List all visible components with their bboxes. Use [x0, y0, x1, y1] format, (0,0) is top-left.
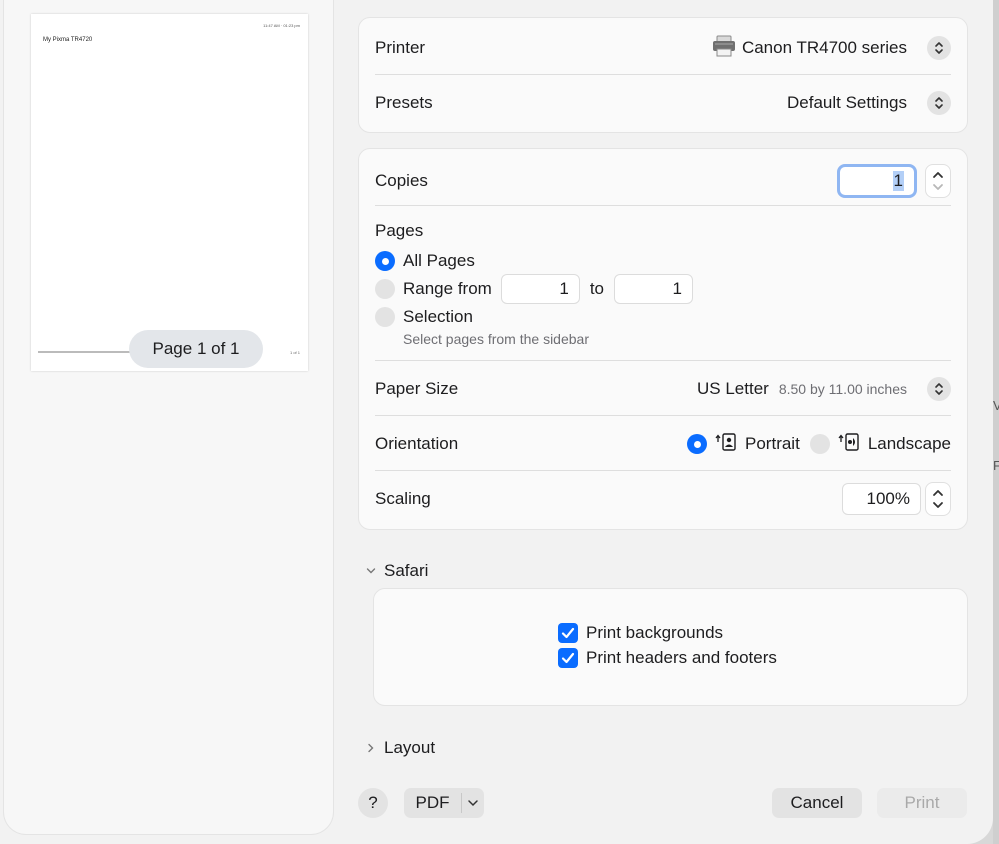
layout-section-toggle[interactable]: Layout: [366, 737, 435, 759]
orientation-portrait-option[interactable]: Portrait: [687, 432, 800, 456]
pdf-label: PDF: [415, 793, 450, 812]
radio-range[interactable]: [375, 279, 395, 299]
divider: [375, 360, 951, 361]
print-options-card: Copies 1 Pages All Pages Range from 1 to…: [358, 148, 968, 530]
orientation-row: Orientation Portrait Landscape: [375, 430, 951, 458]
scaling-label: Scaling: [375, 489, 431, 508]
layout-section-label: Layout: [384, 738, 436, 757]
printer-chevrons-icon[interactable]: [927, 36, 951, 60]
thumbnail-footer-text: 1 of 1: [289, 350, 300, 355]
background-window-edge: V F: [993, 0, 999, 844]
paper-size-value: US Letter: [697, 379, 769, 398]
printer-row: Printer Canon TR4700 series: [375, 34, 951, 62]
radio-selection[interactable]: [375, 307, 395, 327]
background-glyph: F: [993, 458, 999, 473]
cancel-button[interactable]: Cancel: [772, 788, 862, 818]
radio-portrait[interactable]: [687, 434, 708, 454]
stepper-arrows-icon: [933, 172, 943, 190]
chevron-right-icon: [368, 743, 374, 753]
portrait-icon: [715, 432, 737, 456]
orientation-landscape-option[interactable]: Landscape: [809, 432, 951, 456]
divider: [375, 74, 951, 75]
scaling-stepper[interactable]: [925, 482, 951, 516]
presets-select[interactable]: Default Settings: [787, 91, 951, 115]
scaling-row: Scaling 100%: [375, 482, 951, 516]
landscape-label: Landscape: [867, 434, 951, 453]
radio-all-pages[interactable]: [375, 251, 395, 271]
selection-label: Selection: [403, 307, 473, 326]
print-dialog: 11:47 AM · 01:23 pm My Pixma TR4720 1 of…: [0, 0, 993, 844]
print-backgrounds-checkbox[interactable]: [558, 623, 578, 643]
preview-sidebar: 11:47 AM · 01:23 pm My Pixma TR4720 1 of…: [4, 0, 333, 834]
scaling-input[interactable]: 100%: [842, 483, 921, 515]
divider: [375, 205, 951, 206]
background-glyph: V: [993, 398, 999, 413]
printer-value: Canon TR4700 series: [741, 38, 907, 57]
print-button[interactable]: Print: [877, 788, 967, 818]
copies-value: 1: [892, 171, 904, 191]
pages-option-selection[interactable]: Selection: [375, 305, 951, 329]
pages-heading-row: Pages: [375, 219, 951, 243]
range-from-label: Range from: [403, 279, 492, 298]
thumbnail-header-text: 11:47 AM · 01:23 pm: [263, 23, 300, 28]
radio-landscape[interactable]: [809, 434, 830, 454]
chevron-down-icon[interactable]: [462, 798, 484, 808]
print-backgrounds-option[interactable]: Print backgrounds: [558, 623, 723, 643]
paper-size-select[interactable]: US Letter 8.50 by 11.00 inches: [697, 377, 951, 401]
pages-option-range[interactable]: Range from 1 to 1: [375, 273, 951, 305]
range-to-input[interactable]: 1: [614, 274, 694, 304]
pages-option-all[interactable]: All Pages: [375, 249, 951, 273]
range-from-input[interactable]: 1: [500, 274, 580, 304]
pages-label: Pages: [375, 221, 424, 240]
landscape-icon: [838, 432, 860, 456]
copies-stepper[interactable]: [925, 164, 951, 198]
printer-presets-card: Printer Canon TR4700 series Presets Defa…: [358, 17, 968, 133]
page-thumbnail[interactable]: 11:47 AM · 01:23 pm My Pixma TR4720 1 of…: [31, 14, 308, 371]
printer-label: Printer: [375, 38, 426, 57]
thumbnail-title-text: My Pixma TR4720: [43, 37, 93, 43]
printer-select[interactable]: Canon TR4700 series: [712, 35, 951, 62]
pdf-menu-button[interactable]: PDF: [404, 788, 484, 818]
divider: [375, 470, 951, 471]
paper-size-detail: 8.50 by 11.00 inches: [778, 381, 907, 397]
safari-options-card: Print backgrounds Print headers and foot…: [373, 588, 968, 706]
presets-chevrons-icon[interactable]: [927, 91, 951, 115]
presets-label: Presets: [375, 93, 433, 112]
paper-size-label: Paper Size: [375, 379, 459, 398]
paper-size-chevrons-icon[interactable]: [927, 377, 951, 401]
presets-row: Presets Default Settings: [375, 89, 951, 117]
divider: [375, 415, 951, 416]
all-pages-label: All Pages: [403, 251, 475, 270]
help-button[interactable]: ?: [358, 788, 388, 818]
selection-hint: Select pages from the sidebar: [403, 331, 589, 347]
print-headers-footers-checkbox[interactable]: [558, 648, 578, 668]
orientation-label: Orientation: [375, 434, 459, 453]
copies-row: Copies 1: [375, 163, 951, 199]
printer-icon: [712, 35, 736, 62]
presets-value: Default Settings: [786, 93, 907, 112]
portrait-label: Portrait: [745, 434, 800, 453]
print-backgrounds-label: Print backgrounds: [586, 623, 724, 642]
copies-label: Copies: [375, 171, 428, 190]
stepper-arrows-icon: [933, 490, 943, 508]
print-headers-footers-option[interactable]: Print headers and footers: [558, 648, 777, 668]
copies-input[interactable]: 1: [837, 164, 917, 198]
safari-section-toggle[interactable]: Safari: [366, 560, 428, 582]
paper-size-row: Paper Size US Letter 8.50 by 11.00 inche…: [375, 375, 951, 403]
range-to-label: to: [589, 279, 605, 298]
chevron-down-icon: [366, 568, 376, 574]
page-indicator: Page 1 of 1: [129, 330, 263, 368]
safari-section-label: Safari: [384, 561, 429, 580]
print-headers-footers-label: Print headers and footers: [586, 648, 777, 667]
